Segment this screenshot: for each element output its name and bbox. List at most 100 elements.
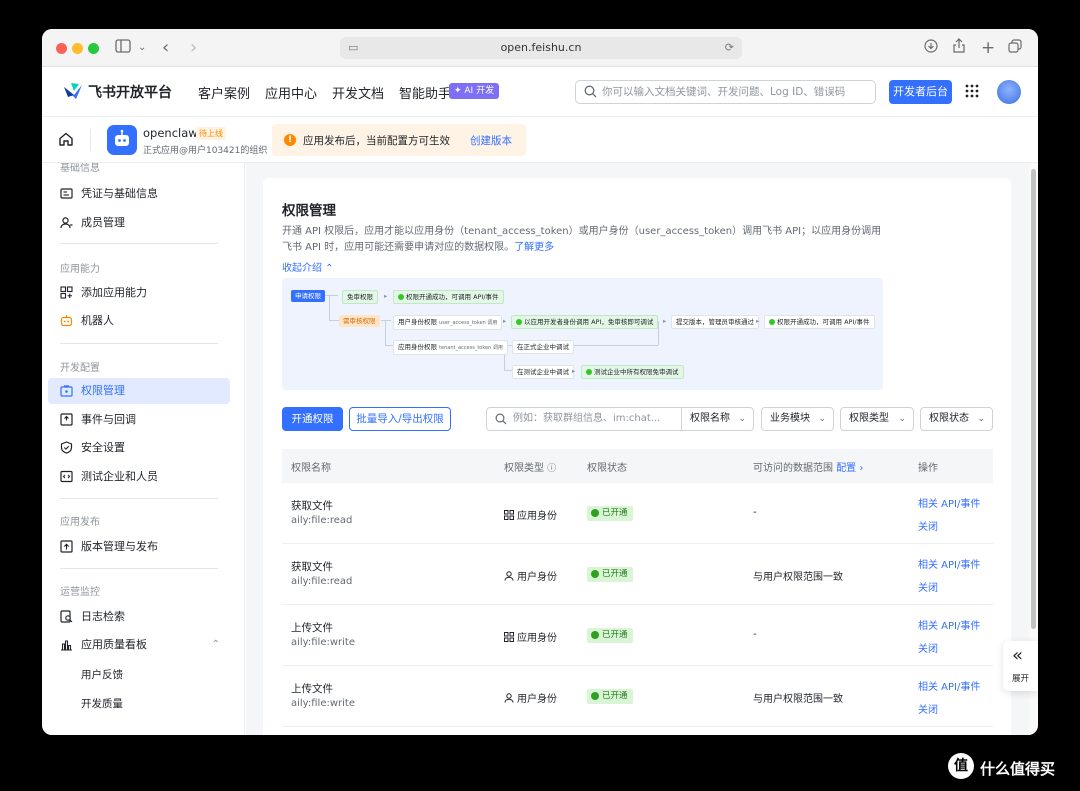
user-icon: [504, 693, 514, 703]
nav-assistant[interactable]: 智能助手: [399, 83, 451, 102]
type-filter-select[interactable]: 权限类型 ⌄: [840, 407, 914, 431]
brand-title[interactable]: 飞书开放平台: [88, 82, 172, 102]
minimize-window-button[interactable]: [72, 43, 83, 54]
nav-cases[interactable]: 客户案例: [198, 83, 250, 102]
close-permission-link[interactable]: 关闭: [918, 640, 938, 655]
code-icon: [60, 470, 73, 483]
doc-search-input[interactable]: 你可以输入文档关键词、开发问题、Log ID、错误码: [575, 80, 876, 104]
module-filter-select[interactable]: 业务模块 ⌄: [761, 407, 834, 431]
related-api-link[interactable]: 相关 API/事件: [918, 556, 980, 571]
config-range-link[interactable]: 配置 ›: [836, 463, 863, 474]
flow-user-result-label: 以应用开发者身份调用 API，免审核即可调试: [524, 318, 654, 326]
collapse-intro-link[interactable]: 收起介绍 ⌃: [282, 259, 334, 274]
user-avatar[interactable]: [997, 80, 1021, 104]
permission-scope: aily:file:write: [291, 698, 355, 709]
upload-icon: [60, 540, 73, 553]
status-label: 已开通: [602, 569, 628, 579]
chevron-down-icon: ⌄: [738, 414, 746, 424]
app-org: 正式应用@用户103421的组织: [143, 146, 268, 156]
address-bar[interactable]: ▭ open.feishu.cn ⟳: [340, 37, 742, 59]
sidebar-item-bot[interactable]: 机器人: [48, 308, 230, 334]
publish-notice: ! 应用发布后，当前配置方可生效 创建版本: [272, 124, 526, 156]
permission-search-input[interactable]: 例如：获取群组信息、im:chat...: [486, 407, 682, 431]
table-row: 获取文件 aily:file:read 用户身份 已开通 与用户权限范围一致 相…: [282, 544, 993, 605]
app-grid-icon: [504, 632, 514, 642]
related-api-link[interactable]: 相关 API/事件: [918, 617, 980, 632]
page-settings-icon[interactable]: ▭: [348, 37, 358, 59]
search-icon: [495, 413, 507, 425]
sidebar-group-ops: 运营监控: [60, 587, 100, 598]
flow-connector: [504, 370, 512, 371]
share-icon[interactable]: [953, 38, 965, 58]
close-permission-link[interactable]: 关闭: [918, 579, 938, 594]
column-header-range-label: 可访问的数据范围: [753, 463, 833, 474]
permission-scope: aily:file:write: [291, 637, 355, 648]
sidebar-item-security[interactable]: 安全设置: [48, 435, 230, 461]
tab-overview-icon[interactable]: [1008, 38, 1022, 58]
forward-icon[interactable]: ›: [190, 38, 197, 58]
flow-connector: [381, 320, 391, 321]
arrow-icon: ▸: [572, 367, 576, 375]
sidebar-item-feedback[interactable]: 用户反馈: [81, 667, 123, 682]
search-field-select[interactable]: 权限名称 ⌄: [681, 407, 754, 431]
status-label: 已开通: [602, 691, 628, 701]
flow-user-result: 以应用开发者身份调用 API，免审核即可调试: [511, 315, 659, 329]
apps-grid-icon[interactable]: [965, 84, 979, 98]
notice-text: 应用发布后，当前配置方可生效: [303, 135, 450, 147]
permission-type: 用户身份: [504, 568, 557, 583]
learn-more-link[interactable]: 了解更多: [514, 242, 554, 253]
scrollbar-thumb[interactable]: [1031, 169, 1036, 629]
maximize-window-button[interactable]: [88, 43, 99, 54]
chevron-down-icon: ⌄: [898, 414, 906, 424]
sidebar-item-logs[interactable]: 日志检索: [48, 604, 230, 630]
permission-card: 权限管理 开通 API 权限后，应用才能以应用身份（tenant_access_…: [263, 178, 1011, 735]
related-api-link[interactable]: 相关 API/事件: [918, 678, 980, 693]
description-text: 开通 API 权限后，应用才能以应用身份（tenant_access_token…: [282, 226, 882, 253]
feishu-logo-icon[interactable]: [62, 81, 84, 101]
sidebar-item-dev-quality[interactable]: 开发质量: [81, 696, 123, 711]
arrow-icon: ▸: [503, 317, 507, 325]
flow-test-test: 在测试企业中调试: [512, 365, 574, 379]
close-permission-link[interactable]: 关闭: [918, 701, 938, 716]
app-header: openclaw 待上线 正式应用@用户103421的组织 ! 应用发布后，当前…: [42, 117, 1038, 163]
check-circle-icon: [591, 509, 599, 517]
home-icon[interactable]: [58, 131, 74, 147]
sidebar-toggle-icon[interactable]: [115, 38, 131, 58]
related-api-link[interactable]: 相关 API/事件: [918, 495, 980, 510]
help-icon[interactable]: ⓘ: [547, 464, 556, 474]
status-filter-select[interactable]: 权限状态 ⌄: [920, 407, 993, 431]
new-tab-icon[interactable]: +: [981, 38, 995, 58]
bulk-import-export-button[interactable]: 批量导入/导出权限: [349, 407, 451, 431]
add-ability-icon: [60, 286, 73, 299]
close-permission-link[interactable]: 关闭: [918, 518, 938, 533]
sidebar-item-members[interactable]: 成员管理: [48, 210, 230, 236]
nav-app-center[interactable]: 应用中心: [265, 83, 317, 102]
chevron-up-icon[interactable]: ⌃: [212, 632, 220, 658]
close-window-button[interactable]: [56, 43, 67, 54]
arrow-icon: ▸: [384, 292, 388, 300]
developer-console-button[interactable]: 开发者后台: [889, 80, 952, 104]
permission-type-label: 应用身份: [517, 633, 557, 644]
sidebar-item-permissions[interactable]: 权限管理: [48, 378, 230, 404]
data-range: 与用户权限范围一致: [753, 572, 843, 583]
chevron-down-icon[interactable]: ⌄: [138, 38, 146, 58]
sidebar-item-test[interactable]: 测试企业和人员: [48, 464, 230, 490]
sidebar-item-quality[interactable]: 应用质量看板 ⌃: [48, 632, 230, 658]
create-version-link[interactable]: 创建版本: [470, 133, 512, 148]
ai-dev-badge: ✦ AI 开发: [449, 83, 500, 99]
reload-icon[interactable]: ⟳: [725, 37, 734, 59]
back-icon[interactable]: ‹: [162, 38, 169, 58]
sidebar-item-versions[interactable]: 版本管理与发布: [48, 534, 230, 560]
status-badge: 已开通: [587, 628, 633, 643]
flow-need-review: 需审核权限: [339, 315, 380, 327]
permission-name: 上传文件: [291, 622, 333, 634]
expand-panel-button[interactable]: « 展开: [1003, 641, 1038, 691]
watermark-logo-icon: 值: [948, 753, 974, 779]
permission-scope: aily:file:read: [291, 576, 353, 587]
sidebar-item-events[interactable]: 事件与回调: [48, 407, 230, 433]
download-icon[interactable]: [924, 38, 938, 58]
sidebar-item-add-ability[interactable]: 添加应用能力: [48, 280, 230, 306]
open-permission-button[interactable]: 开通权限: [282, 407, 343, 431]
nav-docs[interactable]: 开发文档: [332, 83, 384, 102]
sidebar-item-credentials[interactable]: 凭证与基础信息: [48, 181, 230, 207]
